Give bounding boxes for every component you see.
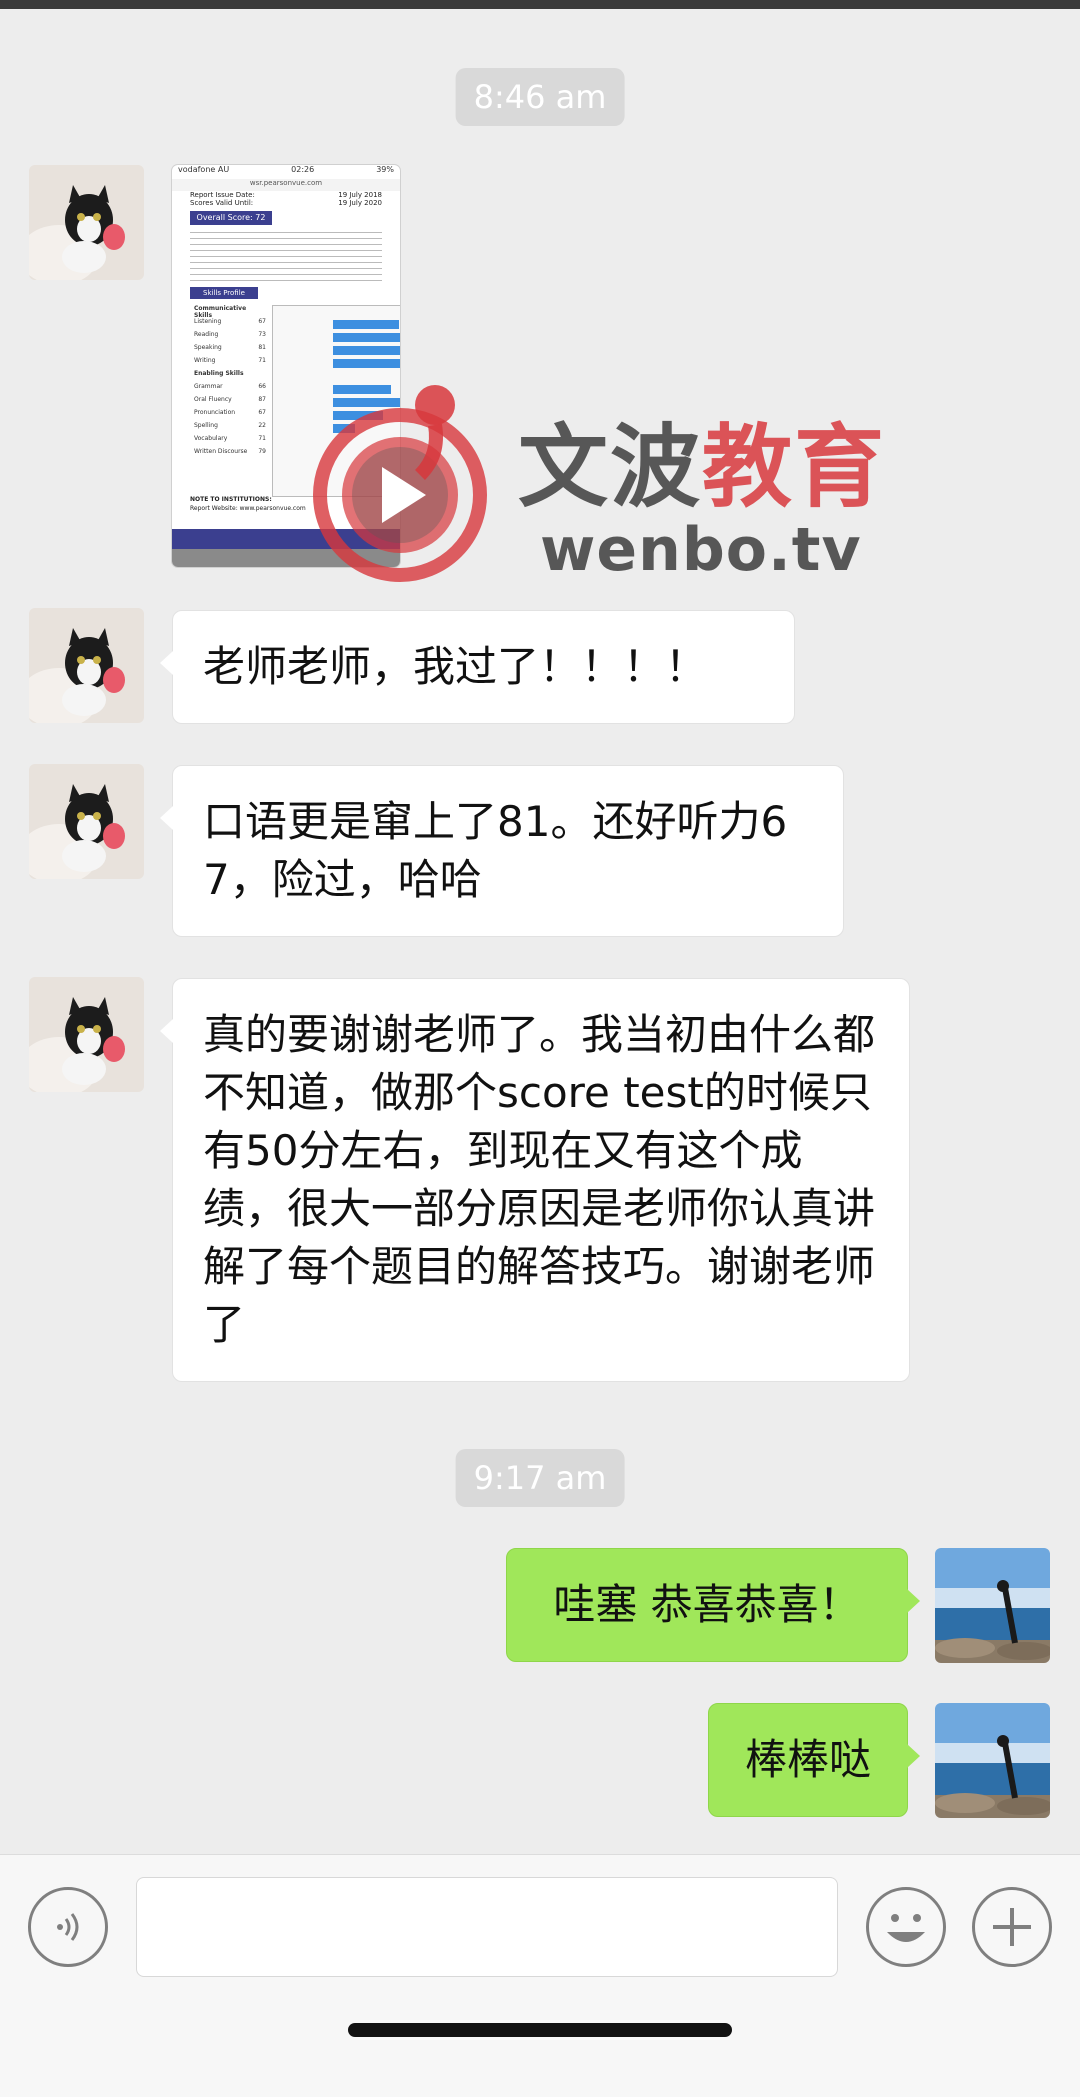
skill-value: 81 [258, 344, 266, 351]
skill-row: Written Discourse 79 [190, 448, 270, 461]
skill-value: 67 [258, 318, 266, 325]
contact-avatar[interactable] [29, 977, 144, 1092]
skill-row: Oral Fluency 87 [190, 396, 270, 409]
skill-bar [333, 346, 400, 355]
carrier-text: vodafone AU [178, 165, 230, 174]
cat-avatar-image [29, 764, 144, 879]
skill-label: Reading [194, 331, 219, 338]
skill-value: 87 [258, 396, 266, 403]
report-issue-value: 19 July 2018 [338, 191, 382, 199]
cat-avatar-image [29, 977, 144, 1092]
skill-label: Pronunciation [194, 409, 236, 416]
my-avatar[interactable] [935, 1548, 1050, 1663]
message-text: 老师老师，我过了！！！！ [203, 642, 708, 691]
overall-score-badge: Overall Score: 72 [190, 211, 272, 225]
outgoing-message-bubble[interactable]: 棒棒哒 [708, 1703, 920, 1817]
plus-button[interactable] [972, 1887, 1052, 1967]
voice-icon [57, 1913, 79, 1941]
skill-bar [333, 333, 400, 342]
communicative-heading: Communicative Skills [194, 305, 247, 319]
contact-avatar[interactable] [29, 165, 144, 280]
watermark-en: wenbo.tv [540, 515, 862, 585]
skill-value: 67 [258, 409, 266, 416]
skill-label: Vocabulary [194, 435, 228, 442]
contact-avatar[interactable] [29, 764, 144, 879]
skill-label: Spelling [194, 422, 218, 429]
skill-row: Pronunciation 67 [190, 409, 270, 422]
emoji-icon [887, 1914, 925, 1942]
skills-profile-badge: Skills Profile [190, 287, 258, 299]
skill-label: Grammar [194, 383, 223, 390]
contact-avatar[interactable] [29, 608, 144, 723]
message-text: 棒棒哒 [744, 1735, 871, 1784]
skill-label: Written Discourse [194, 448, 248, 455]
watermark-cn: 文波教育 [518, 420, 886, 516]
seaside-avatar-image [935, 1548, 1050, 1663]
skill-row: Vocabulary 71 [190, 435, 270, 448]
url-bar: wsr.pearsonvue.com [172, 179, 400, 191]
skill-value: 73 [258, 331, 266, 338]
skill-bar [333, 359, 400, 368]
report-issue-row: Report Issue Date: 19 July 2018 [172, 191, 400, 199]
skill-row: Writing 71 [190, 357, 270, 370]
skill-row: Speaking 81 [190, 344, 270, 357]
url-text: wsr.pearsonvue.com [249, 179, 323, 187]
skill-value: 71 [258, 357, 266, 364]
skill-value: 79 [258, 448, 266, 455]
skill-row: Listening 67 [190, 318, 270, 331]
timestamp-pill: 8:46 am [455, 68, 625, 126]
outgoing-message-bubble[interactable]: 哇塞 恭喜恭喜！ [506, 1548, 920, 1662]
report-paragraph [190, 229, 382, 283]
plus-icon [993, 1908, 1031, 1946]
message-text: 口语更是窜上了81。还好听力67，险过，哈哈 [203, 797, 788, 904]
my-avatar[interactable] [935, 1703, 1050, 1818]
incoming-message-bubble[interactable]: 老师老师，我过了！！！！ [160, 610, 795, 724]
watermark-cn-dark: 文波 [518, 415, 702, 520]
skills-scores-column: Communicative Skills Listening 67 Reading… [190, 305, 270, 461]
chat-input-bar [0, 1854, 1080, 2097]
watermark-cn-red: 教育 [702, 415, 886, 520]
emoji-button[interactable] [866, 1887, 946, 1967]
message-text: 哇塞 恭喜恭喜！ [553, 1580, 861, 1629]
cat-avatar-image [29, 165, 144, 280]
valid-until-label: Scores Valid Until: [190, 199, 254, 207]
skill-row: Grammar 66 [190, 383, 270, 396]
skill-label: Listening [194, 318, 222, 325]
skill-value: 22 [258, 422, 266, 429]
skill-label: Writing [194, 357, 216, 364]
timestamp-text: 8:46 am [473, 78, 607, 116]
wenbo-watermark: 文波教育 wenbo.tv [300, 375, 884, 585]
skill-bar [333, 320, 399, 329]
seaside-avatar-image [935, 1703, 1050, 1818]
incoming-message-bubble[interactable]: 口语更是窜上了81。还好听力67，险过，哈哈 [160, 765, 844, 937]
skill-label: Oral Fluency [194, 396, 232, 403]
valid-until-row: Scores Valid Until: 19 July 2020 [172, 199, 400, 207]
play-logo-icon [313, 385, 487, 582]
status-strip [0, 0, 1080, 9]
timestamp-text: 9:17 am [473, 1459, 607, 1497]
phone-time: 02:26 [291, 165, 315, 174]
message-input[interactable] [136, 1877, 838, 1977]
skill-row: Spelling 22 [190, 422, 270, 435]
incoming-message-bubble[interactable]: 真的要谢谢老师了。我当初由什么都不知道，做那个score test的时候只有50… [160, 978, 910, 1382]
battery-text: 39% [376, 165, 394, 174]
home-indicator[interactable] [348, 2023, 732, 2037]
skill-value: 71 [258, 435, 266, 442]
enabling-heading: Enabling Skills [194, 370, 244, 377]
skill-row: Reading 73 [190, 331, 270, 344]
valid-until-value: 19 July 2020 [338, 199, 382, 207]
cat-avatar-image [29, 608, 144, 723]
report-issue-label: Report Issue Date: [190, 191, 255, 199]
timestamp-pill: 9:17 am [455, 1449, 625, 1507]
message-text: 真的要谢谢老师了。我当初由什么都不知道，做那个score test的时候只有50… [203, 1010, 876, 1349]
phone-status-bar: vodafone AU 02:26 39% [172, 165, 400, 179]
voice-button[interactable] [28, 1887, 108, 1967]
skill-value: 66 [258, 383, 266, 390]
skill-label: Speaking [194, 344, 222, 351]
